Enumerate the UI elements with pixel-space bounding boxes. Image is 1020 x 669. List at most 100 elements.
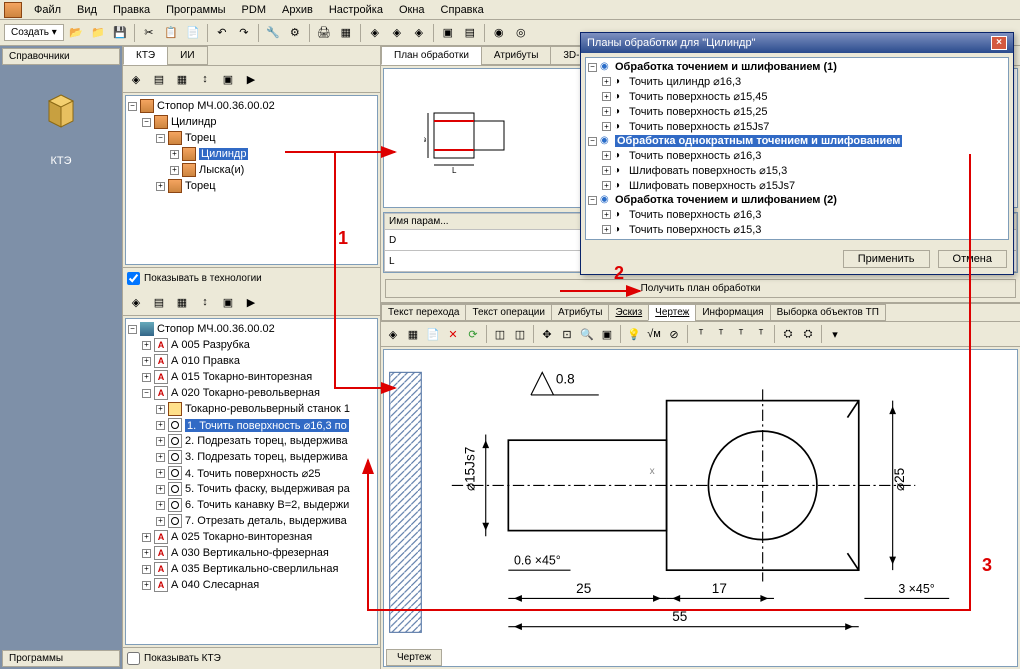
lower-tree[interactable]: −Стопор МЧ.00.36.00.02+AА 005 Разрубка+A… (125, 318, 378, 645)
tree-root[interactable]: Стопор МЧ.00.36.00.02 (157, 100, 275, 112)
tool-icon[interactable]: ▤ (149, 292, 169, 312)
create-dropdown[interactable]: Создать ▾ (4, 24, 64, 41)
menu-archive[interactable]: Архив (274, 2, 321, 18)
expand-icon[interactable]: + (170, 150, 179, 159)
tool-icon[interactable]: 📄 (424, 325, 442, 343)
paste-icon[interactable]: 📄 (183, 23, 203, 43)
folder-icon[interactable]: 📁 (88, 23, 108, 43)
zoom-icon[interactable]: 🔍 (578, 325, 596, 343)
tool-icon[interactable]: ◉ (489, 23, 509, 43)
menu-pdm[interactable]: PDM (234, 2, 274, 18)
expand-icon[interactable]: + (170, 166, 179, 175)
copy-icon[interactable]: 📋 (161, 23, 181, 43)
collapse-icon[interactable]: − (156, 134, 165, 143)
apply-button[interactable]: Применить (843, 250, 930, 268)
save-icon[interactable]: 💾 (110, 23, 130, 43)
menu-file[interactable]: Файл (26, 2, 69, 18)
show-tech-checkbox[interactable] (127, 272, 140, 285)
lr-tab[interactable]: Выборка объектов ТП (770, 304, 886, 321)
undo-icon[interactable]: ↶ (212, 23, 232, 43)
tree-node[interactable]: Торец (185, 132, 216, 144)
tree-node-selected[interactable]: Цилиндр (199, 148, 248, 160)
mid-toolbar: ◈ ▤ ▦ ↕ ▣ ▶ (123, 66, 380, 93)
redo-icon[interactable]: ↷ (234, 23, 254, 43)
mid-panel: КТЭ ИИ ◈ ▤ ▦ ↕ ▣ ▶ −Стопор МЧ.00.36.00.0… (123, 46, 381, 669)
tool-icon[interactable]: ◈ (384, 325, 402, 343)
tool-icon[interactable]: ▤ (149, 69, 169, 89)
chevron-down-icon[interactable]: ▾ (826, 325, 844, 343)
cut-icon[interactable]: ✂ (139, 23, 159, 43)
tool-icon[interactable]: ↕ (195, 292, 215, 312)
tool-icon[interactable]: ▦ (336, 23, 356, 43)
collapse-icon[interactable]: − (128, 102, 137, 111)
sidebar-tab-refs[interactable]: Справочники (2, 48, 120, 65)
sidebar-tab-programs[interactable]: Программы (2, 650, 120, 667)
tool-icon[interactable]: ▣ (218, 69, 238, 89)
tool-icon[interactable]: ⛭ (779, 325, 797, 343)
tool-icon[interactable]: ◈ (409, 23, 429, 43)
tree-node[interactable]: Торец (185, 180, 216, 192)
tab-kte[interactable]: КТЭ (123, 46, 168, 65)
menu-windows[interactable]: Окна (391, 2, 433, 18)
tool-icon[interactable]: ◈ (365, 23, 385, 43)
tool-icon[interactable]: ᵀ (732, 325, 750, 343)
lr-tab[interactable]: Текст операции (465, 304, 552, 321)
lr-tab[interactable]: Чертеж (648, 304, 696, 321)
menu-programs[interactable]: Программы (158, 2, 233, 18)
expand-icon[interactable]: + (156, 182, 165, 191)
tree-node[interactable]: Лыска(и) (199, 164, 244, 176)
tool-icon[interactable]: √м (645, 325, 663, 343)
menu-help[interactable]: Справка (433, 2, 492, 18)
lr-tab[interactable]: Информация (695, 304, 770, 321)
tree-node[interactable]: Цилиндр (171, 116, 216, 128)
menu-settings[interactable]: Настройка (321, 2, 391, 18)
lr-tab[interactable]: Атрибуты (551, 304, 609, 321)
tool-icon[interactable]: ▦ (172, 292, 192, 312)
tool-icon[interactable]: ◫ (511, 325, 529, 343)
show-kte-checkbox[interactable] (127, 652, 140, 665)
fit-icon[interactable]: ▣ (598, 325, 616, 343)
tab-ii[interactable]: ИИ (167, 46, 207, 65)
tool-icon[interactable]: 🔧 (263, 23, 283, 43)
tool-icon[interactable]: ⛭ (799, 325, 817, 343)
lr-tab[interactable]: Текст перехода (381, 304, 466, 321)
tool-icon[interactable]: ◈ (126, 292, 146, 312)
menu-edit[interactable]: Правка (105, 2, 158, 18)
kte-cube-icon[interactable] (37, 87, 85, 135)
tool-icon[interactable]: ᵀ (692, 325, 710, 343)
close-icon[interactable]: × (991, 36, 1007, 50)
zoom-window-icon[interactable]: ⊡ (558, 325, 576, 343)
open-icon[interactable]: 📂 (66, 23, 86, 43)
tool-icon[interactable]: ▤ (460, 23, 480, 43)
tool-icon[interactable]: ▦ (404, 325, 422, 343)
tool-icon[interactable]: ᵀ (752, 325, 770, 343)
tab-attr[interactable]: Атрибуты (481, 46, 551, 65)
tool-icon[interactable]: ▦ (172, 69, 192, 89)
drawing-bottom-tab[interactable]: Чертеж (386, 649, 442, 666)
tool-icon[interactable]: ↕ (195, 69, 215, 89)
get-plan-button[interactable]: Получить план обработки (385, 279, 1016, 298)
delete-icon[interactable]: ✕ (444, 325, 462, 343)
tool-icon[interactable]: ◈ (126, 69, 146, 89)
refresh-icon[interactable]: ⟳ (464, 325, 482, 343)
main-drawing[interactable]: 0.8 ⌀15Js7 ⌀25 25 17 (383, 349, 1018, 667)
bulb-icon[interactable]: 💡 (625, 325, 643, 343)
collapse-icon[interactable]: − (142, 118, 151, 127)
tool-icon[interactable]: ◎ (511, 23, 531, 43)
lr-tab[interactable]: Эскиз (608, 304, 649, 321)
tool-icon[interactable]: ▶ (241, 292, 261, 312)
tool-icon[interactable]: ▶ (241, 69, 261, 89)
tool-icon[interactable]: ᵀ (712, 325, 730, 343)
tab-plan[interactable]: План обработки (381, 46, 482, 65)
popup-tree[interactable]: −◉Обработка точением и шлифованием (1)+◑… (585, 57, 1009, 240)
cancel-button[interactable]: Отмена (938, 250, 1007, 268)
move-icon[interactable]: ✥ (538, 325, 556, 343)
menu-view[interactable]: Вид (69, 2, 105, 18)
tool-icon[interactable]: ◈ (387, 23, 407, 43)
tool-icon[interactable]: ▣ (218, 292, 238, 312)
tool-icon[interactable]: ▣ (438, 23, 458, 43)
tool-icon[interactable]: ⚙ (285, 23, 305, 43)
tool-icon[interactable]: ◫ (491, 325, 509, 343)
print-icon[interactable]: 🖨 (314, 23, 334, 43)
tool-icon[interactable]: ⊘ (665, 325, 683, 343)
